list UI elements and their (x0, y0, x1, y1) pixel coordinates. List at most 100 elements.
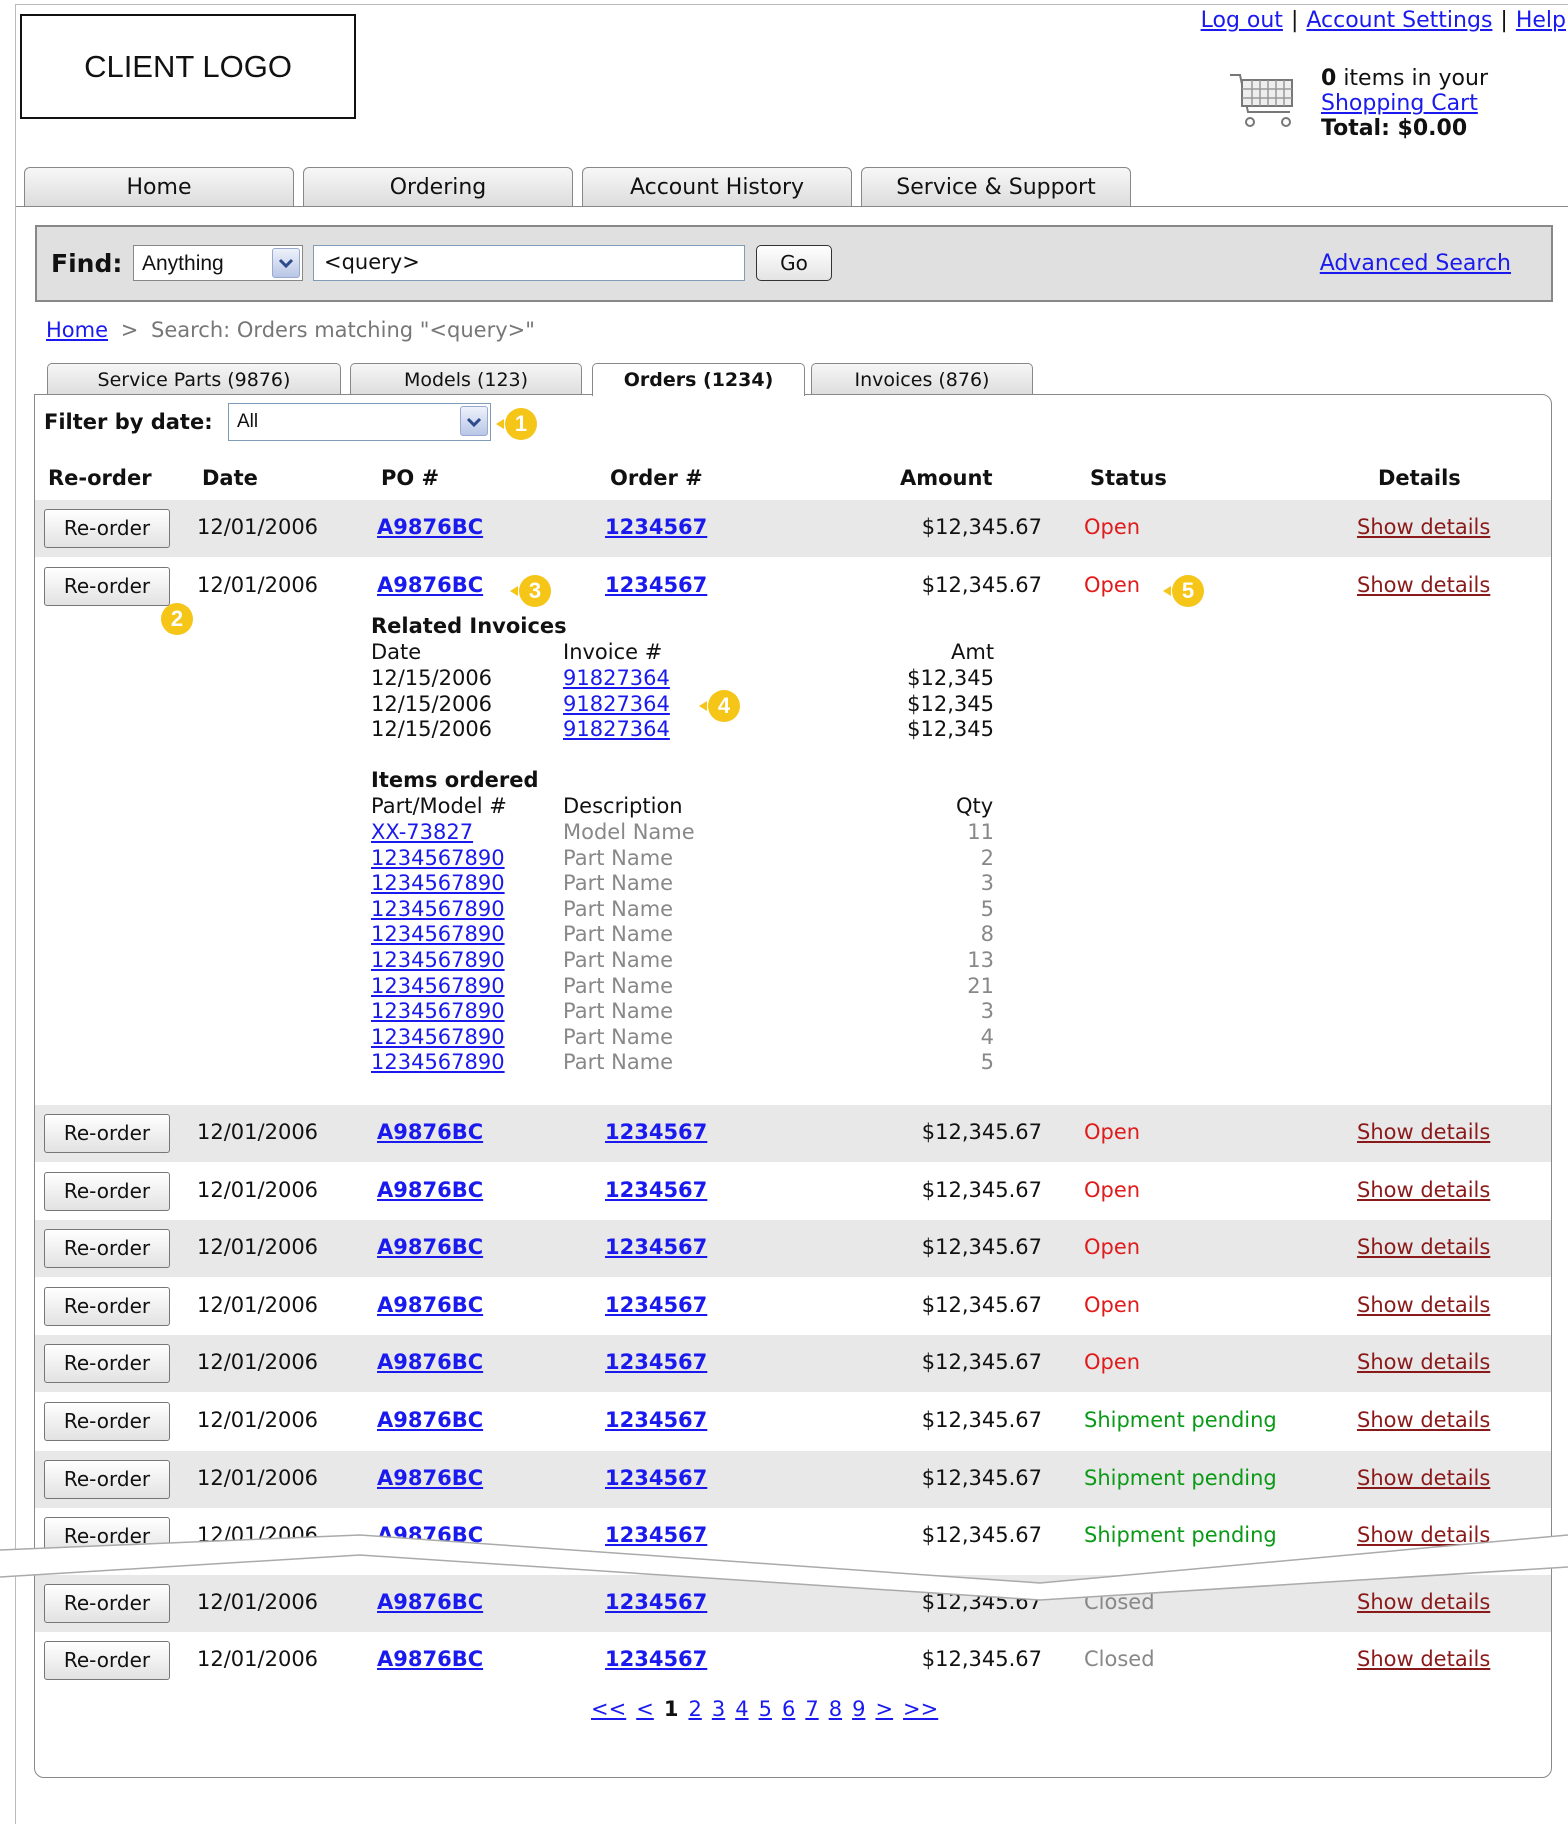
tab-account-history[interactable]: Account History (582, 167, 852, 207)
pager-link[interactable]: > (875, 1697, 893, 1721)
chevron-down-icon[interactable] (460, 406, 488, 436)
tab-invoices[interactable]: Invoices (876) (811, 363, 1033, 395)
pager-link[interactable]: << (591, 1697, 626, 1721)
show-details-link[interactable]: Show details (1357, 1293, 1490, 1317)
show-details-link[interactable]: Show details (1357, 1120, 1490, 1144)
po-link[interactable]: A9876BC (377, 1523, 483, 1547)
show-details-link[interactable]: Show details (1357, 1590, 1490, 1614)
po-link[interactable]: A9876BC (377, 1408, 483, 1432)
show-details-link[interactable]: Show details (1357, 1178, 1490, 1202)
reorder-button[interactable]: Re-order (44, 1517, 170, 1556)
show-details-link[interactable]: Show details (1357, 1523, 1490, 1547)
find-scope-select[interactable]: Anything (133, 245, 303, 281)
reorder-button[interactable]: Re-order (44, 1460, 170, 1499)
tab-orders[interactable]: Orders (1234) (592, 363, 805, 396)
part-number-link[interactable]: XX-73827 (371, 820, 473, 846)
show-details-link[interactable]: Show details (1357, 1647, 1490, 1671)
account-settings-link[interactable]: Account Settings (1306, 8, 1492, 33)
po-link[interactable]: A9876BC (377, 1178, 483, 1202)
order-number-link[interactable]: 1234567 (605, 1178, 707, 1202)
po-link[interactable]: A9876BC (377, 573, 483, 597)
part-number-link[interactable]: 1234567890 (371, 922, 505, 948)
reorder-button[interactable]: Re-order (44, 567, 170, 606)
pager-link[interactable]: 4 (735, 1697, 748, 1721)
help-link[interactable]: Help (1516, 8, 1566, 33)
order-status: Open (1084, 573, 1141, 597)
order-number-link[interactable]: 1234567 (605, 515, 707, 539)
pager-link[interactable]: 3 (712, 1697, 725, 1721)
po-link[interactable]: A9876BC (377, 1647, 483, 1671)
search-input[interactable]: <query> (313, 245, 745, 281)
tab-ordering[interactable]: Ordering (303, 167, 573, 207)
reorder-button[interactable]: Re-order (44, 1172, 170, 1211)
invoice-number-link[interactable]: 91827364 (563, 666, 670, 692)
part-number-link[interactable]: 1234567890 (371, 1050, 505, 1076)
go-button[interactable]: Go (756, 245, 832, 281)
order-number-link[interactable]: 1234567 (605, 1647, 707, 1671)
part-number-link[interactable]: 1234567890 (371, 846, 505, 872)
order-number-link[interactable]: 1234567 (605, 1466, 707, 1490)
invoice-number-link[interactable]: 91827364 (563, 717, 670, 743)
po-link[interactable]: A9876BC (377, 1293, 483, 1317)
tab-service-support[interactable]: Service & Support (861, 167, 1131, 207)
part-number-link[interactable]: 1234567890 (371, 897, 505, 923)
part-number-link[interactable]: 1234567890 (371, 974, 505, 1000)
reorder-button[interactable]: Re-order (44, 1402, 170, 1441)
po-link[interactable]: A9876BC (377, 1350, 483, 1374)
reorder-button[interactable]: Re-order (44, 1344, 170, 1383)
date-filter-select[interactable]: All (228, 403, 491, 441)
reorder-button[interactable]: Re-order (44, 1114, 170, 1153)
pager-link[interactable]: 2 (688, 1697, 701, 1721)
order-number-link[interactable]: 1234567 (605, 1293, 707, 1317)
item-qty: 4 (980, 1024, 994, 1049)
show-details-link[interactable]: Show details (1357, 1466, 1490, 1490)
client-logo[interactable]: CLIENT LOGO (20, 14, 356, 119)
pager-link[interactable]: 8 (829, 1697, 842, 1721)
order-number-link[interactable]: 1234567 (605, 1408, 707, 1432)
reorder-button[interactable]: Re-order (44, 1287, 170, 1326)
po-link[interactable]: A9876BC (377, 515, 483, 539)
reorder-button[interactable]: Re-order (44, 1229, 170, 1268)
pager-link[interactable]: 6 (782, 1697, 795, 1721)
invoice-number-link[interactable]: 91827364 (563, 692, 670, 718)
order-number-link[interactable]: 1234567 (605, 1590, 707, 1614)
show-details-link[interactable]: Show details (1357, 1408, 1490, 1432)
reorder-button[interactable]: Re-order (44, 1584, 170, 1623)
breadcrumb-home-link[interactable]: Home (46, 318, 108, 342)
part-number-link[interactable]: 1234567890 (371, 948, 505, 974)
pager-link[interactable]: 7 (805, 1697, 818, 1721)
shopping-cart-icon[interactable] (1228, 70, 1298, 132)
reorder-button[interactable]: Re-order (44, 509, 170, 548)
pager-link[interactable]: < (636, 1697, 654, 1721)
part-number-link[interactable]: 1234567890 (371, 999, 505, 1025)
show-details-link[interactable]: Show details (1357, 1350, 1490, 1374)
show-details-link[interactable]: Show details (1357, 573, 1490, 597)
tab-home[interactable]: Home (24, 167, 294, 207)
shopping-cart-link[interactable]: Shopping Cart (1321, 91, 1478, 116)
pager-link[interactable]: >> (903, 1697, 938, 1721)
tab-service-parts[interactable]: Service Parts (9876) (47, 363, 341, 395)
po-link[interactable]: A9876BC (377, 1120, 483, 1144)
show-details-link[interactable]: Show details (1357, 515, 1490, 539)
order-number-link[interactable]: 1234567 (605, 1120, 707, 1144)
order-number-link[interactable]: 1234567 (605, 1350, 707, 1374)
po-link[interactable]: A9876BC (377, 1466, 483, 1490)
tab-models[interactable]: Models (123) (350, 363, 582, 395)
item-description: Part Name (563, 999, 674, 1024)
order-number-link[interactable]: 1234567 (605, 573, 707, 597)
show-details-link[interactable]: Show details (1357, 1235, 1490, 1259)
item-qty: 2 (980, 845, 994, 870)
part-number-link[interactable]: 1234567890 (371, 871, 505, 897)
part-number-link[interactable]: 1234567890 (371, 1025, 505, 1051)
advanced-search-link[interactable]: Advanced Search (1320, 251, 1511, 276)
order-number-link[interactable]: 1234567 (605, 1235, 707, 1259)
pager-link[interactable]: 5 (759, 1697, 772, 1721)
pager-link[interactable]: 9 (852, 1697, 865, 1721)
logout-link[interactable]: Log out (1201, 8, 1283, 33)
order-number-link[interactable]: 1234567 (605, 1523, 707, 1547)
reorder-button[interactable]: Re-order (44, 1641, 170, 1680)
chevron-down-icon[interactable] (272, 248, 300, 278)
invoice-amount: $12,345 (907, 666, 994, 690)
po-link[interactable]: A9876BC (377, 1235, 483, 1259)
po-link[interactable]: A9876BC (377, 1590, 483, 1614)
